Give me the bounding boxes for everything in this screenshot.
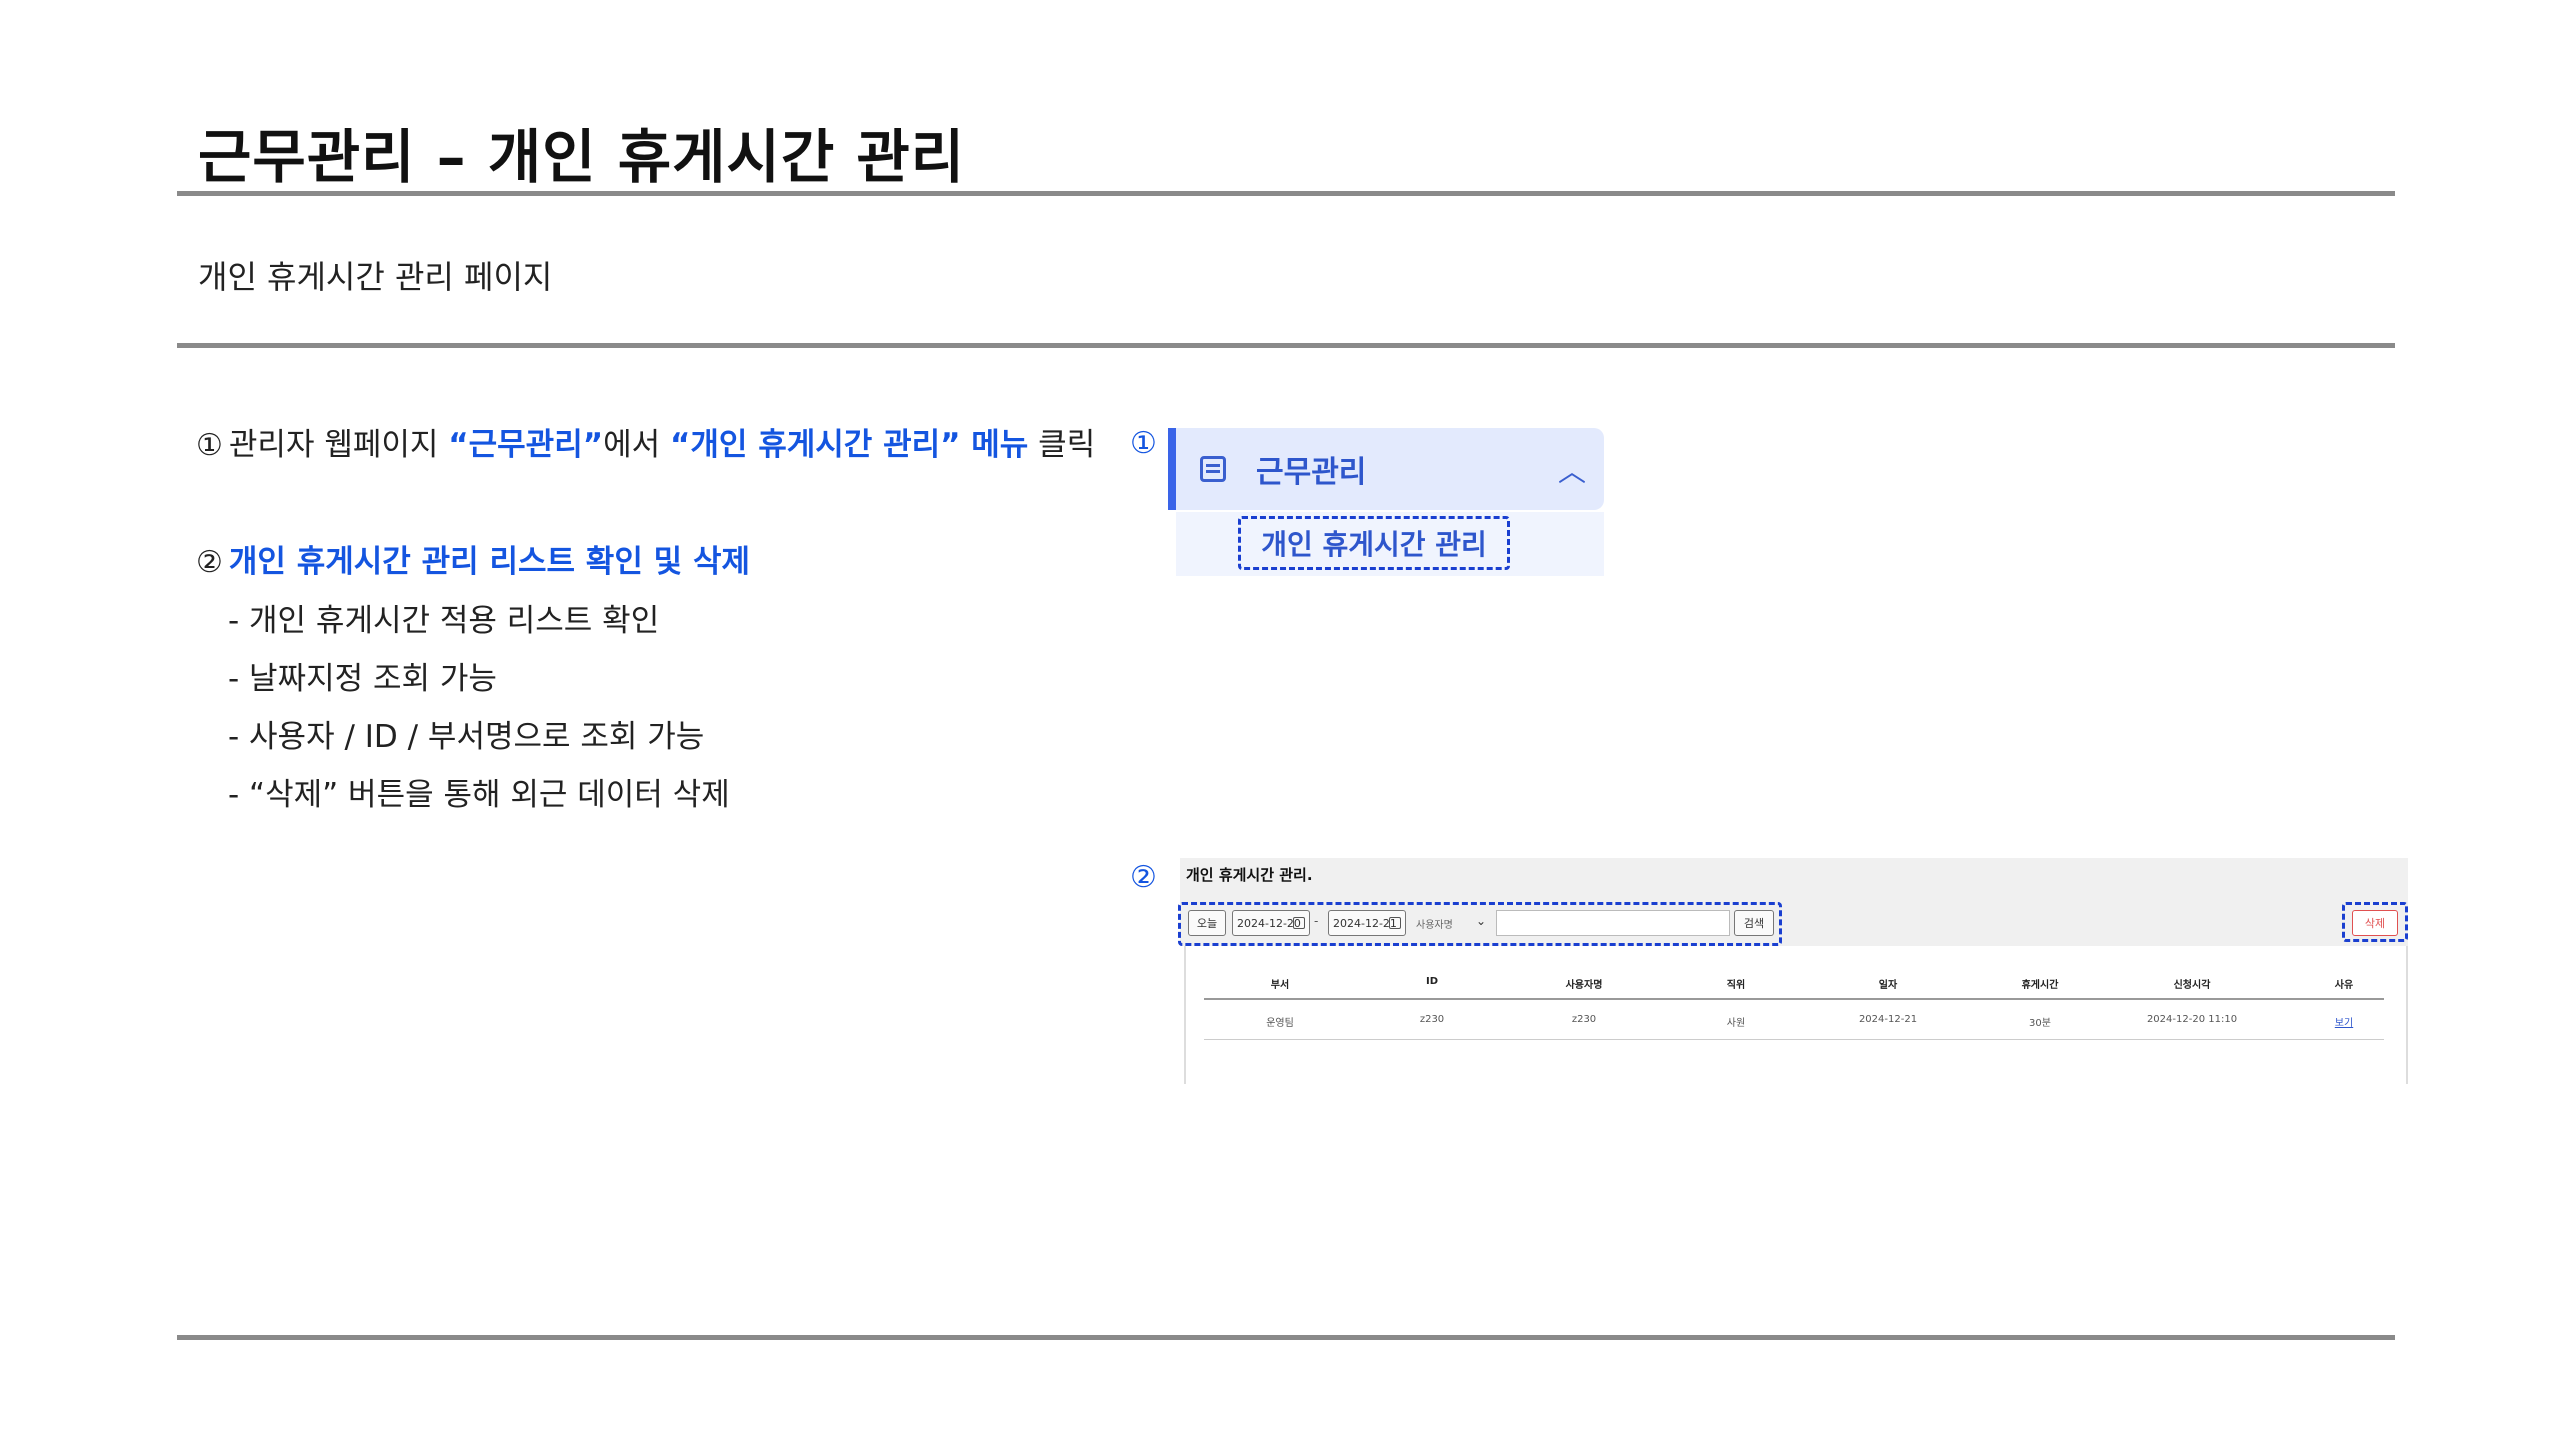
footer-rule — [177, 1335, 2395, 1340]
bullet-item: - 개인 휴게시간 적용 리스트 확인 — [228, 603, 660, 639]
cell-user-name: z230 — [1571, 1014, 1597, 1025]
step-1-text-c: 클릭 — [1028, 427, 1096, 463]
step-1-text-a: 관리자 웹페이지 — [228, 427, 449, 463]
step-1-submenu-name: “개인 휴게시간 관리” 메뉴 — [670, 427, 1029, 463]
menu-title: 근무관리 — [1256, 455, 1367, 490]
bullet-item: - “삭제” 버튼을 통해 외근 데이터 삭제 — [228, 777, 730, 813]
bullet-item: - 날짜지정 조회 가능 — [228, 661, 497, 697]
list-page-title: 개인 휴게시간 관리. — [1186, 866, 1313, 884]
column-header[interactable]: 직위 — [1661, 976, 1811, 991]
instruction-steps: ① 관리자 웹페이지 “근무관리”에서 “개인 휴게시간 관리” 메뉴 클릭 ②개… — [196, 425, 1096, 833]
column-header[interactable]: 사용자명 — [1509, 976, 1659, 991]
step-2: ② 개인 휴게시간 관리 리스트 확인 및 삭제 — [196, 542, 1096, 583]
column-header[interactable]: ID — [1357, 976, 1507, 987]
submenu-item-personal-break-time[interactable]: 개인 휴게시간 관리 — [1238, 516, 1510, 570]
table-row[interactable]: 운영팀 z230 z230 사원 2024-12-21 30분 2024-12-… — [1204, 1000, 2384, 1040]
step-2-title: 개인 휴게시간 관리 리스트 확인 및 삭제 — [228, 544, 750, 580]
cell-date: 2024-12-21 — [1858, 1014, 1918, 1025]
step-1-number: ① — [196, 428, 223, 463]
step-2-bullets: - 개인 휴게시간 적용 리스트 확인 - 날짜지정 조회 가능 - 사용자 /… — [196, 601, 1096, 815]
page-title: 근무관리 – 개인 휴게시간 관리 — [198, 123, 966, 191]
step-1-menu-name: “근무관리” — [448, 427, 604, 463]
column-header[interactable]: 휴게시간 — [1965, 976, 2115, 991]
screenshot-2-label: ② — [1130, 860, 1157, 895]
screenshot-1-label: ① — [1130, 426, 1157, 461]
delete-highlight-box — [2342, 902, 2408, 942]
calendar-icon — [1200, 456, 1226, 482]
bullet-item: - 사용자 / ID / 부서명으로 조회 가능 — [228, 719, 705, 755]
chevron-up-icon[interactable]: ︿ — [1558, 450, 1586, 490]
break-time-list-screenshot: 개인 휴게시간 관리. 오늘 2024-12-20 - 2024-12-21 사… — [1178, 858, 2408, 1084]
header-rule-bottom — [177, 343, 2395, 348]
step-1-text-b: 에서 — [603, 427, 670, 463]
panel-border-left — [1184, 946, 1186, 1084]
sidebar-menu-screenshot: 근무관리 ︿ 개인 휴게시간 관리 — [1168, 428, 1604, 576]
submenu-container: 개인 휴게시간 관리 — [1176, 512, 1604, 576]
cell-request-time: 2024-12-20 11:10 — [2146, 1014, 2238, 1025]
column-header[interactable]: 일자 — [1813, 976, 1963, 991]
step-2-number: ② — [196, 545, 223, 580]
sidebar-menu-work-management[interactable]: 근무관리 ︿ — [1168, 428, 1604, 510]
cell-break-time: 30분 — [2029, 1018, 2051, 1029]
cell-position: 사원 — [1726, 1018, 1746, 1029]
page-subtitle: 개인 휴게시간 관리 페이지 — [198, 258, 553, 296]
step-1: ① 관리자 웹페이지 “근무관리”에서 “개인 휴게시간 관리” 메뉴 클릭 — [196, 425, 1096, 466]
column-header[interactable]: 사유 — [2269, 976, 2419, 991]
break-time-table: 부서 ID 사용자명 직위 일자 휴게시간 신청시각 사유 운영팀 z230 z… — [1204, 968, 2384, 1040]
cell-id: z230 — [1419, 1014, 1445, 1025]
view-reason-link[interactable]: 보기 — [2269, 1014, 2419, 1029]
filter-highlight-box — [1178, 902, 1782, 946]
column-header[interactable]: 부서 — [1205, 976, 1355, 991]
cell-department: 운영팀 — [1266, 1018, 1294, 1029]
column-header[interactable]: 신청시각 — [2117, 976, 2267, 991]
table-header: 부서 ID 사용자명 직위 일자 휴게시간 신청시각 사유 — [1204, 968, 2384, 1000]
